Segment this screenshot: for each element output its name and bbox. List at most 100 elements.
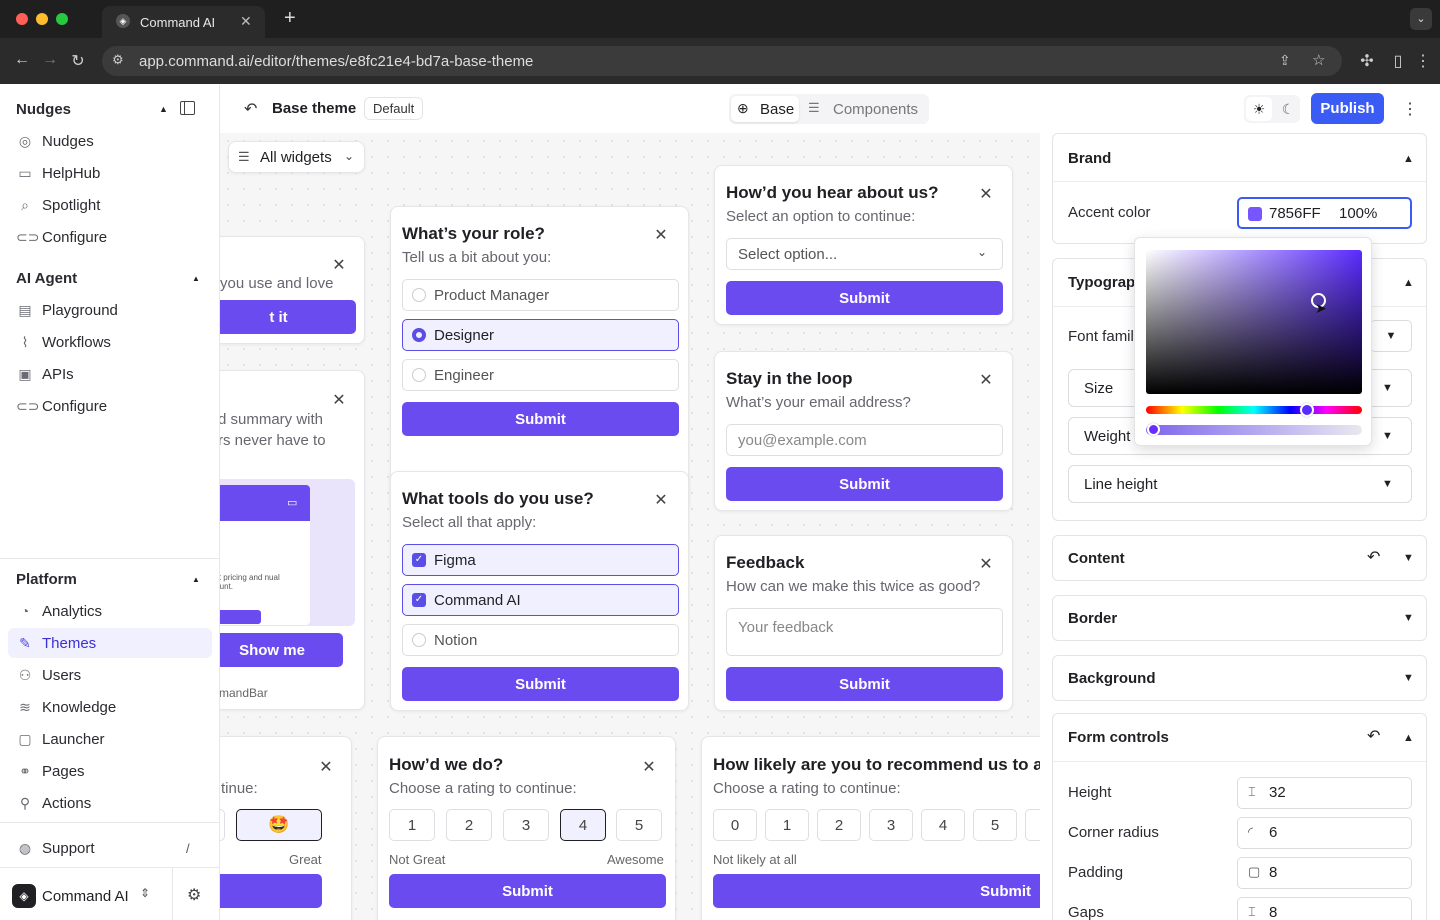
sidebar-item-knowledge[interactable]: ≋ Knowledge	[8, 692, 212, 722]
corner-radius-input[interactable]: ◜ 6	[1237, 817, 1412, 849]
rating-option[interactable]: 5	[616, 809, 662, 841]
checkbox-option[interactable]: Notion	[402, 624, 679, 656]
sidebar-item-workflows[interactable]: ⌇ Workflows	[8, 327, 212, 357]
content-section[interactable]: Content ↶ ▼	[1052, 535, 1427, 581]
close-icon[interactable]: ✕	[653, 225, 669, 245]
forward-icon[interactable]: →	[40, 51, 60, 69]
minimize-window-button[interactable]	[36, 13, 48, 25]
chevron-up-icon[interactable]: ▲	[1403, 153, 1414, 165]
radio-option-selected[interactable]: Designer	[402, 319, 679, 351]
alpha-slider[interactable]	[1146, 425, 1362, 435]
submit-button[interactable]: Submit	[713, 874, 1040, 908]
submit-button[interactable]: Submit	[402, 667, 679, 701]
emoji-option-selected[interactable]: 🤩	[236, 809, 322, 841]
radio-option[interactable]: Engineer	[402, 359, 679, 391]
close-icon[interactable]: ✕	[318, 757, 334, 777]
browser-menu-icon[interactable]: ⋮	[1413, 51, 1433, 71]
height-input[interactable]: ⌶ 32	[1237, 777, 1412, 809]
nps-option[interactable]: 2	[817, 809, 861, 841]
submit-button[interactable]: Submit	[726, 667, 1003, 701]
site-info-icon[interactable]: ⚙	[112, 52, 124, 68]
sidebar-item-users[interactable]: ⚇ Users	[8, 660, 212, 690]
sidebar-item-pages[interactable]: ⚭ Pages	[8, 756, 212, 786]
sidebar-item-helphub[interactable]: ▭ HelpHub	[8, 158, 212, 188]
chevron-up-icon[interactable]: ▲	[1403, 277, 1414, 289]
line-height-select[interactable]: Line height ▼	[1068, 465, 1412, 503]
close-icon[interactable]: ✕	[653, 490, 669, 510]
sidebar-item-playground[interactable]: ▤ Playground	[8, 295, 212, 325]
sidebar-item-apis[interactable]: ▣ APIs	[8, 359, 212, 389]
reload-icon[interactable]: ↻	[68, 51, 88, 71]
new-tab-icon[interactable]: +	[284, 7, 296, 30]
font-family-select[interactable]: ▼	[1370, 320, 1412, 352]
close-tab-icon[interactable]: ✕	[240, 13, 252, 30]
collapse-caret-icon[interactable]: ▲	[159, 104, 168, 114]
emoji-option[interactable]	[220, 809, 225, 841]
sidebar-section-ai-agent[interactable]: AI Agent	[16, 270, 77, 287]
nps-option[interactable]: 0	[713, 809, 757, 841]
tab-base[interactable]: ⊕ Base	[731, 96, 799, 122]
close-icon[interactable]: ✕	[331, 255, 347, 275]
browser-tab[interactable]: ◈ Command AI ✕	[102, 6, 265, 38]
undo-back-icon[interactable]: ↶	[244, 99, 257, 119]
sidebar-section-nudges[interactable]: Nudges	[16, 101, 71, 118]
submit-button[interactable]: t	[220, 874, 322, 908]
hue-slider[interactable]	[1146, 406, 1362, 414]
nps-option[interactable]: 3	[869, 809, 913, 841]
saturation-area[interactable]	[1146, 250, 1362, 394]
sidebar-section-platform[interactable]: Platform	[16, 571, 77, 588]
gaps-input[interactable]: ⌶ 8	[1237, 897, 1412, 920]
select-dropdown[interactable]: Select option... ⌄	[726, 238, 1003, 270]
reset-icon[interactable]: ↶	[1367, 547, 1380, 567]
light-mode-icon[interactable]: ☀	[1246, 97, 1272, 121]
bookmark-star-icon[interactable]: ☆	[1312, 51, 1325, 69]
zoom-window-button[interactable]	[56, 13, 68, 25]
sidebar-item-spotlight[interactable]: ⌕ Spotlight	[8, 190, 212, 220]
toggle-sidebar-icon[interactable]	[180, 101, 195, 115]
section-title[interactable]: Typograp	[1068, 274, 1135, 291]
partial-cta-button[interactable]: t it	[220, 300, 356, 334]
border-section[interactable]: Border ▼	[1052, 595, 1427, 641]
close-icon[interactable]: ✕	[978, 554, 994, 574]
sidebar-item-themes[interactable]: ✎ Themes	[8, 628, 212, 658]
workspace-name[interactable]: Command AI	[42, 888, 129, 905]
workspace-switcher-icon[interactable]: ⇕	[140, 886, 150, 900]
publish-button[interactable]: Publish	[1311, 93, 1384, 124]
section-title[interactable]: Brand	[1068, 150, 1111, 167]
checkbox-option-checked[interactable]: ✓ Figma	[402, 544, 679, 576]
sidebar-item-configure[interactable]: ⊂⊃ Configure	[8, 222, 212, 252]
padding-input[interactable]: ▢ 8	[1237, 857, 1412, 889]
nps-option[interactable]: 1	[765, 809, 809, 841]
settings-gear-icon[interactable]: ⚙	[187, 885, 201, 905]
hue-slider-thumb[interactable]	[1300, 403, 1314, 417]
feedback-textarea[interactable]: Your feedback	[726, 608, 1003, 656]
checkbox-option-checked[interactable]: ✓ Command AI	[402, 584, 679, 616]
rating-option[interactable]: 1	[389, 809, 435, 841]
chevron-up-icon[interactable]: ▲	[1403, 732, 1414, 744]
sidebar-item-support[interactable]: ◍ Support	[8, 833, 212, 863]
submit-button[interactable]: Submit	[402, 402, 679, 436]
nps-option[interactable]: 5	[973, 809, 1017, 841]
background-section[interactable]: Background ▼	[1052, 655, 1427, 701]
close-icon[interactable]: ✕	[331, 390, 347, 410]
collapse-caret-icon[interactable]: ▲	[192, 274, 200, 283]
share-icon[interactable]: ⇪	[1279, 52, 1291, 69]
rating-option[interactable]: 3	[503, 809, 549, 841]
close-icon[interactable]: ✕	[978, 370, 994, 390]
tab-search-icon[interactable]: ⌄	[1410, 8, 1432, 30]
side-panel-icon[interactable]: ▯	[1388, 51, 1408, 71]
accent-color-input[interactable]: 7856FF 100%	[1237, 197, 1412, 229]
sidebar-item-launcher[interactable]: ▢ Launcher	[8, 724, 212, 754]
radio-option[interactable]: Product Manager	[402, 279, 679, 311]
sidebar-item-actions[interactable]: ⚲ Actions	[8, 788, 212, 818]
alpha-slider-thumb[interactable]	[1147, 423, 1160, 436]
show-me-button[interactable]: Show me	[220, 633, 343, 667]
reset-icon[interactable]: ↶	[1367, 726, 1380, 746]
nps-option[interactable]: 4	[921, 809, 965, 841]
address-bar[interactable]: ⚙ app.command.ai/editor/themes/e8fc21e4-…	[102, 46, 1342, 76]
rating-option-selected[interactable]: 4	[560, 809, 606, 841]
sidebar-item-analytics[interactable]: ◔ Analytics	[8, 596, 212, 626]
email-input[interactable]: you@example.com	[726, 424, 1003, 456]
back-icon[interactable]: ←	[12, 51, 32, 69]
more-options-icon[interactable]: ⋮	[1402, 99, 1418, 119]
